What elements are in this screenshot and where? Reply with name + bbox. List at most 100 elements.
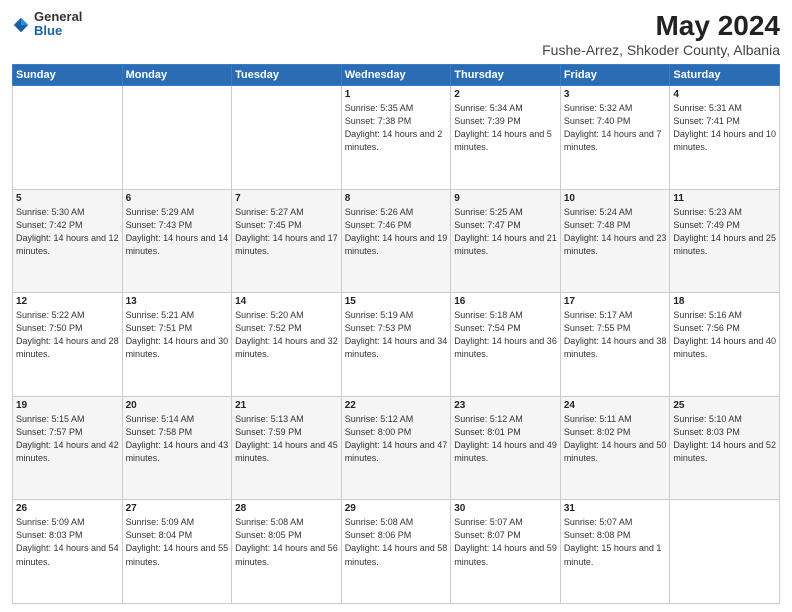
day-number: 3 [564,89,667,100]
day-info: Sunrise: 5:16 AMSunset: 7:56 PMDaylight:… [673,309,776,361]
day-number: 29 [345,503,448,514]
cell-3-3: 22 Sunrise: 5:12 AMSunset: 8:00 PMDaylig… [341,396,451,500]
cell-3-4: 23 Sunrise: 5:12 AMSunset: 8:01 PMDaylig… [451,396,561,500]
cell-0-3: 1 Sunrise: 5:35 AMSunset: 7:38 PMDayligh… [341,86,451,190]
header-tuesday: Tuesday [232,65,342,86]
day-info: Sunrise: 5:12 AMSunset: 8:00 PMDaylight:… [345,413,448,465]
day-number: 31 [564,503,667,514]
page: General Blue May 2024 Fushe-Arrez, Shkod… [0,0,792,612]
cell-2-3: 15 Sunrise: 5:19 AMSunset: 7:53 PMDaylig… [341,293,451,397]
day-info: Sunrise: 5:18 AMSunset: 7:54 PMDaylight:… [454,309,557,361]
day-info: Sunrise: 5:07 AMSunset: 8:07 PMDaylight:… [454,516,557,568]
day-number: 19 [16,400,119,411]
day-number: 9 [454,193,557,204]
day-info: Sunrise: 5:15 AMSunset: 7:57 PMDaylight:… [16,413,119,465]
cell-3-2: 21 Sunrise: 5:13 AMSunset: 7:59 PMDaylig… [232,396,342,500]
cell-2-1: 13 Sunrise: 5:21 AMSunset: 7:51 PMDaylig… [122,293,232,397]
cell-4-4: 30 Sunrise: 5:07 AMSunset: 8:07 PMDaylig… [451,500,561,604]
day-number: 21 [235,400,338,411]
day-info: Sunrise: 5:17 AMSunset: 7:55 PMDaylight:… [564,309,667,361]
day-info: Sunrise: 5:08 AMSunset: 8:06 PMDaylight:… [345,516,448,568]
cell-4-6 [670,500,780,604]
day-info: Sunrise: 5:14 AMSunset: 7:58 PMDaylight:… [126,413,229,465]
day-number: 24 [564,400,667,411]
cell-1-4: 9 Sunrise: 5:25 AMSunset: 7:47 PMDayligh… [451,189,561,293]
day-info: Sunrise: 5:12 AMSunset: 8:01 PMDaylight:… [454,413,557,465]
week-row-2: 12 Sunrise: 5:22 AMSunset: 7:50 PMDaylig… [13,293,780,397]
logo-text: General Blue [34,10,82,39]
header-wednesday: Wednesday [341,65,451,86]
day-info: Sunrise: 5:13 AMSunset: 7:59 PMDaylight:… [235,413,338,465]
day-info: Sunrise: 5:07 AMSunset: 8:08 PMDaylight:… [564,516,667,568]
day-info: Sunrise: 5:35 AMSunset: 7:38 PMDaylight:… [345,102,448,154]
header-sunday: Sunday [13,65,123,86]
cell-4-5: 31 Sunrise: 5:07 AMSunset: 8:08 PMDaylig… [560,500,670,604]
day-number: 17 [564,296,667,307]
day-number: 4 [673,89,776,100]
day-info: Sunrise: 5:21 AMSunset: 7:51 PMDaylight:… [126,309,229,361]
day-info: Sunrise: 5:09 AMSunset: 8:04 PMDaylight:… [126,516,229,568]
day-number: 20 [126,400,229,411]
day-info: Sunrise: 5:08 AMSunset: 8:05 PMDaylight:… [235,516,338,568]
header-friday: Friday [560,65,670,86]
day-number: 12 [16,296,119,307]
header-monday: Monday [122,65,232,86]
day-number: 6 [126,193,229,204]
day-info: Sunrise: 5:26 AMSunset: 7:46 PMDaylight:… [345,206,448,258]
day-number: 13 [126,296,229,307]
day-info: Sunrise: 5:25 AMSunset: 7:47 PMDaylight:… [454,206,557,258]
cell-2-6: 18 Sunrise: 5:16 AMSunset: 7:56 PMDaylig… [670,293,780,397]
calendar-body: 1 Sunrise: 5:35 AMSunset: 7:38 PMDayligh… [13,86,780,604]
day-number: 1 [345,89,448,100]
cell-3-1: 20 Sunrise: 5:14 AMSunset: 7:58 PMDaylig… [122,396,232,500]
calendar-title: May 2024 [542,10,780,42]
day-number: 10 [564,193,667,204]
header-saturday: Saturday [670,65,780,86]
cell-3-5: 24 Sunrise: 5:11 AMSunset: 8:02 PMDaylig… [560,396,670,500]
header-thursday: Thursday [451,65,561,86]
day-info: Sunrise: 5:11 AMSunset: 8:02 PMDaylight:… [564,413,667,465]
cell-1-5: 10 Sunrise: 5:24 AMSunset: 7:48 PMDaylig… [560,189,670,293]
logo-general-text: General [34,10,82,24]
day-number: 22 [345,400,448,411]
week-row-0: 1 Sunrise: 5:35 AMSunset: 7:38 PMDayligh… [13,86,780,190]
logo-blue-text: Blue [34,24,82,38]
day-number: 8 [345,193,448,204]
day-info: Sunrise: 5:24 AMSunset: 7:48 PMDaylight:… [564,206,667,258]
day-info: Sunrise: 5:31 AMSunset: 7:41 PMDaylight:… [673,102,776,154]
cell-4-2: 28 Sunrise: 5:08 AMSunset: 8:05 PMDaylig… [232,500,342,604]
day-info: Sunrise: 5:19 AMSunset: 7:53 PMDaylight:… [345,309,448,361]
day-number: 23 [454,400,557,411]
cell-2-2: 14 Sunrise: 5:20 AMSunset: 7:52 PMDaylig… [232,293,342,397]
calendar-table: Sunday Monday Tuesday Wednesday Thursday… [12,64,780,604]
day-number: 11 [673,193,776,204]
cell-4-3: 29 Sunrise: 5:08 AMSunset: 8:06 PMDaylig… [341,500,451,604]
week-row-1: 5 Sunrise: 5:30 AMSunset: 7:42 PMDayligh… [13,189,780,293]
day-number: 15 [345,296,448,307]
cell-1-1: 6 Sunrise: 5:29 AMSunset: 7:43 PMDayligh… [122,189,232,293]
day-number: 16 [454,296,557,307]
cell-0-0 [13,86,123,190]
day-number: 30 [454,503,557,514]
week-row-3: 19 Sunrise: 5:15 AMSunset: 7:57 PMDaylig… [13,396,780,500]
title-block: May 2024 Fushe-Arrez, Shkoder County, Al… [542,10,780,58]
calendar-header: Sunday Monday Tuesday Wednesday Thursday… [13,65,780,86]
cell-2-5: 17 Sunrise: 5:17 AMSunset: 7:55 PMDaylig… [560,293,670,397]
day-number: 2 [454,89,557,100]
logo-icon [12,16,30,34]
cell-1-0: 5 Sunrise: 5:30 AMSunset: 7:42 PMDayligh… [13,189,123,293]
cell-4-0: 26 Sunrise: 5:09 AMSunset: 8:03 PMDaylig… [13,500,123,604]
cell-0-4: 2 Sunrise: 5:34 AMSunset: 7:39 PMDayligh… [451,86,561,190]
cell-2-0: 12 Sunrise: 5:22 AMSunset: 7:50 PMDaylig… [13,293,123,397]
day-info: Sunrise: 5:29 AMSunset: 7:43 PMDaylight:… [126,206,229,258]
cell-0-5: 3 Sunrise: 5:32 AMSunset: 7:40 PMDayligh… [560,86,670,190]
week-row-4: 26 Sunrise: 5:09 AMSunset: 8:03 PMDaylig… [13,500,780,604]
cell-1-6: 11 Sunrise: 5:23 AMSunset: 7:49 PMDaylig… [670,189,780,293]
cell-1-2: 7 Sunrise: 5:27 AMSunset: 7:45 PMDayligh… [232,189,342,293]
day-number: 27 [126,503,229,514]
day-info: Sunrise: 5:23 AMSunset: 7:49 PMDaylight:… [673,206,776,258]
cell-3-6: 25 Sunrise: 5:10 AMSunset: 8:03 PMDaylig… [670,396,780,500]
cell-4-1: 27 Sunrise: 5:09 AMSunset: 8:04 PMDaylig… [122,500,232,604]
day-info: Sunrise: 5:20 AMSunset: 7:52 PMDaylight:… [235,309,338,361]
day-number: 18 [673,296,776,307]
